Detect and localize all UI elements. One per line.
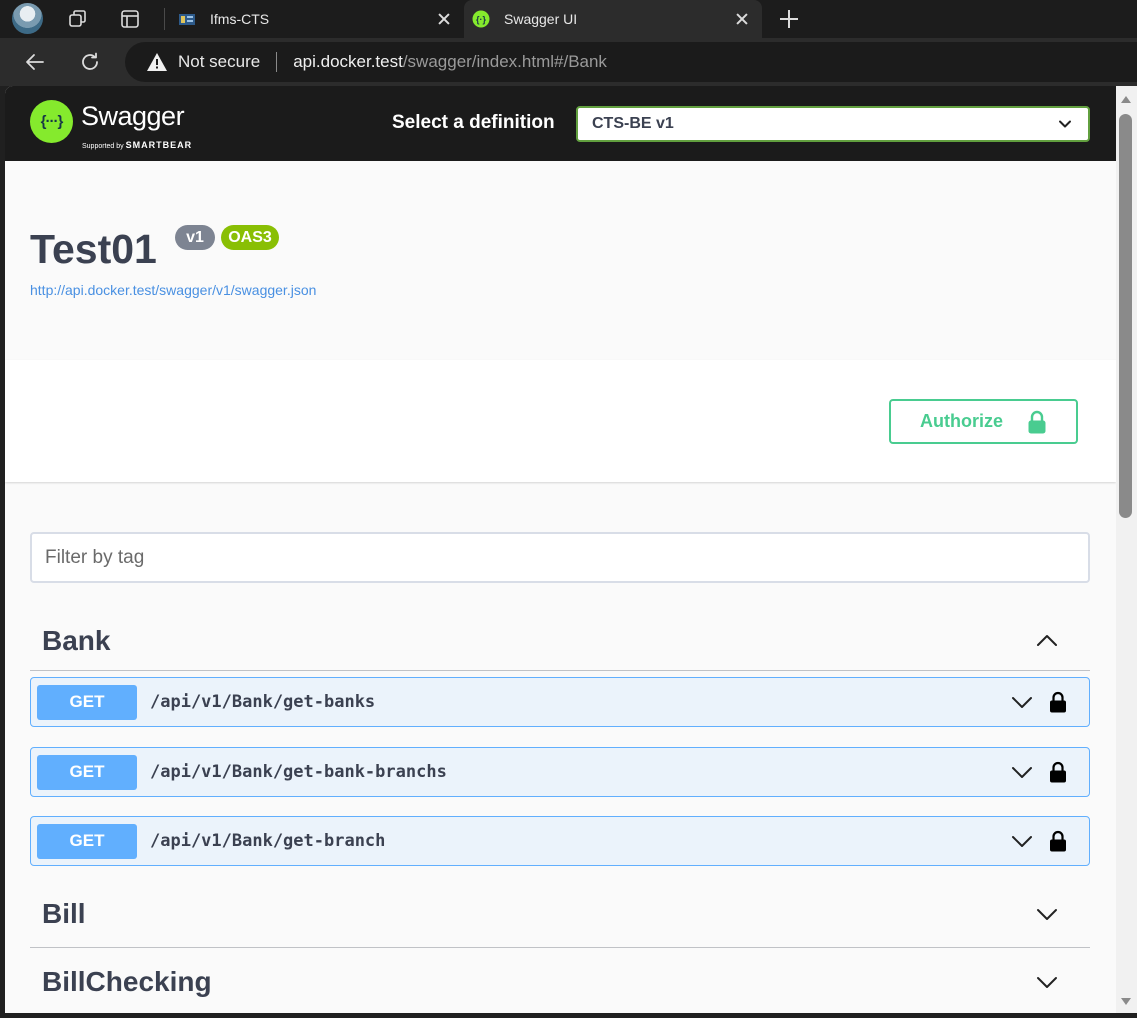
close-tab-icon[interactable] (734, 11, 750, 27)
tag-name: Bill (42, 898, 86, 929)
reload-icon[interactable] (78, 50, 102, 74)
scrollbar-thumb[interactable] (1119, 114, 1132, 518)
address-bar[interactable]: Not secure api.docker.test /swagger/inde… (125, 42, 1137, 82)
workspaces-icon[interactable] (67, 8, 89, 30)
definition-select-label: Select a definition (392, 112, 555, 133)
smartbear-tagline: Supported by SMARTBEAR (82, 140, 192, 150)
tab-title: Ifms-CTS (210, 11, 270, 27)
swagger-logo-text[interactable]: Swagger (81, 101, 185, 132)
tag-header-billchecking[interactable]: BillChecking (30, 948, 1090, 1013)
profile-avatar[interactable] (12, 3, 43, 34)
tab-swagger-ui[interactable]: {·} Swagger UI (464, 0, 762, 38)
svg-text:{·}: {·} (476, 15, 486, 25)
swagger-favicon-icon: {·} (472, 10, 490, 28)
scroll-up-arrow-icon[interactable] (1121, 96, 1131, 103)
scheme-container: Authorize (5, 360, 1116, 482)
page-scrollbar[interactable] (1116, 86, 1137, 1013)
security-label[interactable]: Not secure (178, 52, 260, 72)
oas-badge: OAS3 (221, 225, 279, 250)
method-badge: GET (37, 823, 137, 859)
tag-header-bill[interactable]: Bill (30, 881, 1090, 948)
version-badge: v1 (175, 225, 215, 250)
tag-name: BillChecking (42, 965, 212, 997)
tab-separator (164, 8, 165, 30)
unlocked-lock-icon (1028, 410, 1046, 433)
api-title: Test01 (30, 226, 157, 272)
new-tab-icon[interactable] (778, 8, 800, 30)
operation-path: /api/v1/Bank/get-branch (150, 831, 386, 851)
chevron-down-icon[interactable] (1035, 970, 1059, 994)
url-path: /swagger/index.html#/Bank (402, 52, 607, 71)
tab-title: Swagger UI (504, 11, 578, 27)
operation-get-branch[interactable]: GET /api/v1/Bank/get-branch (30, 816, 1090, 866)
operation-path: /api/v1/Bank/get-banks (150, 692, 376, 712)
chevron-down-icon[interactable] (1011, 761, 1033, 783)
filter-by-tag-input[interactable] (30, 532, 1090, 583)
authorize-label: Authorize (920, 411, 1003, 431)
lock-icon[interactable] (1049, 830, 1067, 852)
spec-url-link[interactable]: http://api.docker.test/swagger/v1/swagge… (30, 282, 316, 298)
chevron-down-icon[interactable] (1011, 830, 1033, 852)
chevron-down-icon[interactable] (1035, 902, 1059, 926)
selected-definition: CTS-BE v1 (592, 115, 674, 132)
swagger-logo-icon[interactable]: {···} (30, 100, 73, 143)
tab-strip: Ifms-CTS {·} Swagger UI (0, 0, 1137, 38)
url-host: api.docker.test (293, 52, 403, 71)
tagline-prefix: Supported by (82, 143, 124, 150)
tagline-brand: SMARTBEAR (125, 140, 193, 150)
close-tab-icon[interactable] (436, 11, 452, 27)
authorize-button[interactable]: Authorize (889, 399, 1078, 444)
operation-get-banks[interactable]: GET /api/v1/Bank/get-banks (30, 677, 1090, 727)
scroll-down-arrow-icon[interactable] (1121, 998, 1131, 1005)
method-badge: GET (37, 754, 137, 790)
tag-name: Bank (42, 624, 111, 656)
chevron-up-icon[interactable] (1035, 629, 1059, 653)
address-separator (276, 52, 278, 72)
tab-actions-icon[interactable] (119, 8, 141, 30)
lock-icon[interactable] (1049, 761, 1067, 783)
browser-toolbar: Not secure api.docker.test /swagger/inde… (0, 38, 1137, 86)
operation-get-bank-branchs[interactable]: GET /api/v1/Bank/get-bank-branchs (30, 747, 1090, 797)
chevron-down-icon[interactable] (1011, 691, 1033, 713)
lock-icon[interactable] (1049, 691, 1067, 713)
ifms-favicon-icon (179, 14, 195, 25)
method-badge: GET (37, 684, 137, 720)
tag-header-bank[interactable]: Bank (30, 611, 1090, 671)
swagger-topbar: {···} Swagger Supported by SMARTBEAR Sel… (5, 86, 1116, 161)
chevron-down-icon (1059, 120, 1071, 128)
tab-ifms-cts[interactable]: Ifms-CTS (170, 0, 462, 38)
window-border (0, 1013, 1137, 1018)
warning-icon[interactable] (146, 52, 168, 72)
back-icon[interactable] (23, 50, 47, 74)
definition-select[interactable]: CTS-BE v1 (576, 106, 1090, 142)
page-viewport: {···} Swagger Supported by SMARTBEAR Sel… (5, 86, 1116, 1013)
operation-path: /api/v1/Bank/get-bank-branchs (150, 762, 447, 782)
